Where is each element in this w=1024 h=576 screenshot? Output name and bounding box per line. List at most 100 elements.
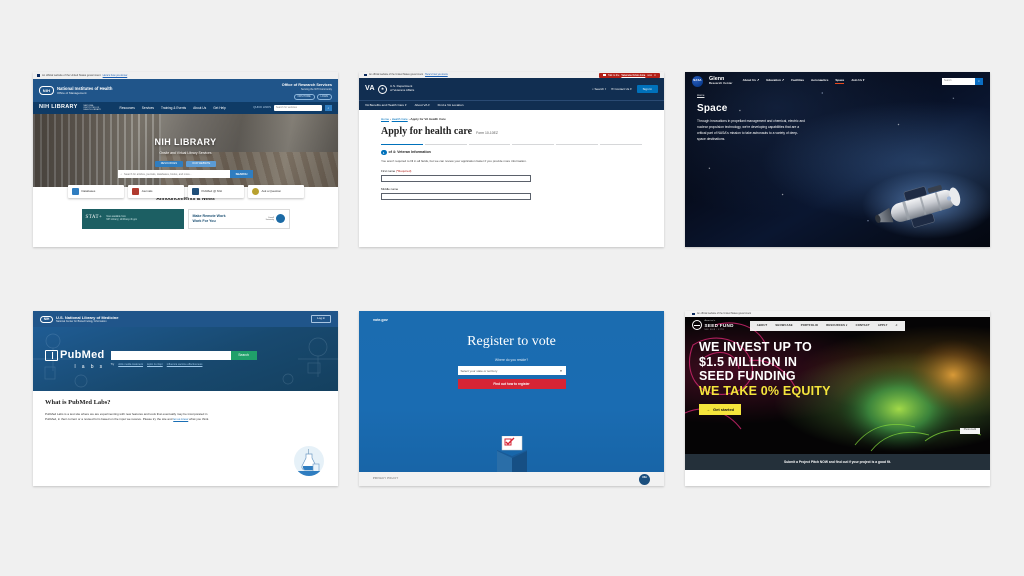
- va-seal-icon: ★: [378, 84, 388, 94]
- nav-item-join-us[interactable]: Join Us ▾: [851, 78, 864, 84]
- breadcrumb-home[interactable]: Home: [697, 93, 980, 98]
- announcement-stat-plus[interactable]: STAT+ Now available from NIH Library | n…: [81, 208, 184, 229]
- close-icon[interactable]: ✕: [654, 74, 656, 77]
- photo-credit-button[interactable]: Photo credit: [959, 427, 980, 434]
- nasa-navbar[interactable]: NASA Glenn Research Center About Us ↗ Ed…: [685, 72, 990, 90]
- tab-our-website[interactable]: OUR WEBSITE: [186, 160, 217, 168]
- seed-fund-logo[interactable]: America's SEED FUND NSF SBIR / STTR: [692, 320, 734, 331]
- pubmed-labs-logo[interactable]: PubMed l a b s: [45, 348, 105, 371]
- search-button[interactable]: Search: [230, 351, 257, 361]
- try-link-1[interactable]: otitis media treatment: [118, 363, 143, 367]
- sign-in-button[interactable]: Sign In: [636, 84, 658, 94]
- nav-item-about-us[interactable]: About Us ↗: [743, 78, 760, 84]
- veterans-crisis-line-banner[interactable]: Talk to the Veterans Crisis Line now ✕: [598, 72, 660, 78]
- hero-search-button[interactable]: SEARCH: [229, 170, 254, 179]
- tile-pubmed-at-nih[interactable]: PubMed @ NIH: [187, 185, 244, 199]
- nav-item-find-location[interactable]: Find a VA Location: [438, 103, 464, 107]
- card-nasa-glenn-space[interactable]: NASA Glenn Research Center About Us ↗ Ed…: [685, 72, 990, 247]
- privacy-policy-link[interactable]: PRIVACY POLICY: [373, 477, 399, 481]
- nasa-nav-items[interactable]: About Us ↗ Education ↗ Facilities Aerona…: [743, 78, 864, 85]
- nav-item-va-benefits[interactable]: VA Benefits and Health Care ▾: [365, 103, 407, 107]
- crisis-link[interactable]: Veterans Crisis Line: [621, 74, 645, 77]
- hero-search-input[interactable]: ⌕ Search for articles, journals, databas…: [117, 170, 230, 179]
- card-va-health-care[interactable]: An official website of the United States…: [359, 72, 664, 247]
- try-examples[interactable]: Try otitis media treatment leptin & cris…: [111, 363, 257, 367]
- nasa-logo-icon[interactable]: NASA: [692, 75, 703, 87]
- nav-item-about-us[interactable]: About Us: [193, 106, 206, 110]
- nih-nav-items[interactable]: Resources Services Training & Events Abo…: [120, 106, 226, 110]
- nav-item-contact[interactable]: CONTACT: [856, 324, 870, 328]
- state-select[interactable]: Select your state or territory ▼: [457, 366, 566, 376]
- nav-item-resources[interactable]: Resources: [120, 106, 135, 110]
- seedfund-navbar[interactable]: America's SEED FUND NSF SBIR / STTR ABOU…: [685, 317, 990, 334]
- tile-journals[interactable]: Journals: [127, 185, 184, 199]
- card-vote-gov[interactable]: vote.gov Register to vote Where do you r…: [359, 311, 664, 486]
- nav-item-aeronautics[interactable]: Aeronautics: [811, 78, 828, 84]
- ors-home-button[interactable]: ORS HOME: [293, 93, 315, 100]
- get-started-button[interactable]: → Get started: [699, 404, 742, 416]
- nav-item-resources[interactable]: RESOURCES ▾: [826, 324, 847, 328]
- nav-item-apply[interactable]: APPLY: [878, 324, 888, 328]
- vote-gov-logo[interactable]: vote.gov: [359, 311, 664, 323]
- site-search-input[interactable]: Search for websites: [274, 104, 322, 112]
- seedfund-menu[interactable]: ABOUT SHOWCASE PORTFOLIO RESOURCES ▾ CON…: [749, 320, 905, 331]
- first-name-label-text: First name: [381, 168, 396, 173]
- find-out-how-to-register-button[interactable]: Find out how to register: [457, 379, 566, 389]
- gov-banner-link[interactable]: Here's how you know: [425, 73, 448, 76]
- nav-item-facilities[interactable]: Facilities: [791, 78, 804, 84]
- hero-search-row[interactable]: ⌕ Search for articles, journals, databas…: [33, 170, 338, 179]
- try-link-3[interactable]: influenza vaccine effectiveness: [167, 363, 203, 367]
- pubmed-search-row[interactable]: Search: [110, 351, 257, 361]
- card-pubmed-labs[interactable]: NIH U.S. National Library of Medicine Na…: [33, 311, 338, 486]
- nav-item-about[interactable]: ABOUT: [757, 324, 768, 328]
- tile-databases[interactable]: Databases: [67, 185, 124, 199]
- announcement-remote-work[interactable]: Make Remote Work Work For You Cornell Un…: [187, 208, 290, 229]
- nih-logo-icon[interactable]: NIH: [40, 315, 53, 323]
- nih-nav-right[interactable]: QUICK LINKS Search for websites ⌕: [253, 104, 332, 112]
- quick-links-menu[interactable]: QUICK LINKS: [253, 105, 271, 110]
- search-menu[interactable]: ⌕ Search ▾: [592, 87, 606, 91]
- va-navbar[interactable]: VA Benefits and Health Care ▾ About VA ▾…: [359, 100, 664, 110]
- card-seed-fund[interactable]: An official website of the United States…: [685, 311, 990, 486]
- nav-item-education[interactable]: Education ↗: [766, 78, 784, 84]
- breadcrumb[interactable]: Home › Health Care › Apply for VA Health…: [359, 110, 664, 121]
- breadcrumb-health-care[interactable]: Health Care: [392, 117, 408, 121]
- log-in-button[interactable]: Log in: [311, 314, 331, 324]
- let-us-know-link[interactable]: let us know: [173, 417, 188, 421]
- breadcrumb-home[interactable]: Home: [381, 117, 389, 121]
- tile-ask-a-question[interactable]: Ask a Question: [247, 185, 304, 199]
- quick-tiles[interactable]: Databases Journals PubMed @ NIH Ask a Qu…: [33, 185, 338, 199]
- nav-item-about-va[interactable]: About VA ▾: [415, 103, 430, 107]
- progress-seg: [424, 143, 467, 145]
- nih-library-navbar[interactable]: NIH LIBRARY NATIONAL INSTITUTES OF HEALT…: [33, 102, 338, 114]
- middle-name-field[interactable]: [381, 192, 531, 200]
- first-name-field[interactable]: [381, 174, 531, 182]
- nav-item-training-events[interactable]: Training & Events: [161, 106, 186, 110]
- card-nih-library[interactable]: An official website of the United States…: [33, 72, 338, 247]
- gov-banner-link[interactable]: Here's how you know: [103, 74, 128, 78]
- nav-item-portfolio[interactable]: PORTFOLIO: [801, 324, 818, 328]
- search-input[interactable]: Search: [942, 77, 975, 85]
- pubmed-search-area[interactable]: Search Try otitis media treatment leptin…: [110, 351, 257, 367]
- try-link-2[interactable]: leptin & crispr: [147, 363, 163, 367]
- hero-search-tabs[interactable]: RESOURCES OUR WEBSITE: [33, 160, 338, 168]
- search-icon[interactable]: ⌕: [896, 323, 898, 328]
- nav-item-get-help[interactable]: Get Help: [213, 106, 226, 110]
- va-masthead-actions[interactable]: ⌕ Search ▾ ✉ Contact Us ▾ Sign In: [592, 84, 658, 94]
- nav-item-showcase[interactable]: SHOWCASE: [775, 324, 792, 328]
- nih-library-brand[interactable]: NIH LIBRARY: [39, 104, 78, 111]
- va-logo[interactable]: VA: [365, 84, 375, 93]
- nav-item-services[interactable]: Services: [142, 106, 154, 110]
- vote-footer[interactable]: PRIVACY POLICY USA: [359, 472, 664, 486]
- nav-item-space[interactable]: Space: [835, 78, 844, 85]
- nih-logo-icon[interactable]: NIH: [39, 86, 54, 95]
- search-icon[interactable]: ⌕: [975, 77, 983, 85]
- search-icon[interactable]: ⌕: [325, 104, 332, 112]
- announcement-cards[interactable]: STAT+ Now available from NIH Library | n…: [33, 208, 338, 229]
- nasa-search[interactable]: Search ⌕: [942, 77, 983, 85]
- search-input[interactable]: [110, 351, 231, 361]
- project-pitch-bar[interactable]: Submit a Project Pitch NOW and find out …: [685, 454, 990, 470]
- tab-resources[interactable]: RESOURCES: [154, 160, 184, 168]
- ors-login-button[interactable]: LOGIN: [316, 93, 332, 100]
- contact-us-menu[interactable]: ✉ Contact Us ▾: [611, 87, 632, 91]
